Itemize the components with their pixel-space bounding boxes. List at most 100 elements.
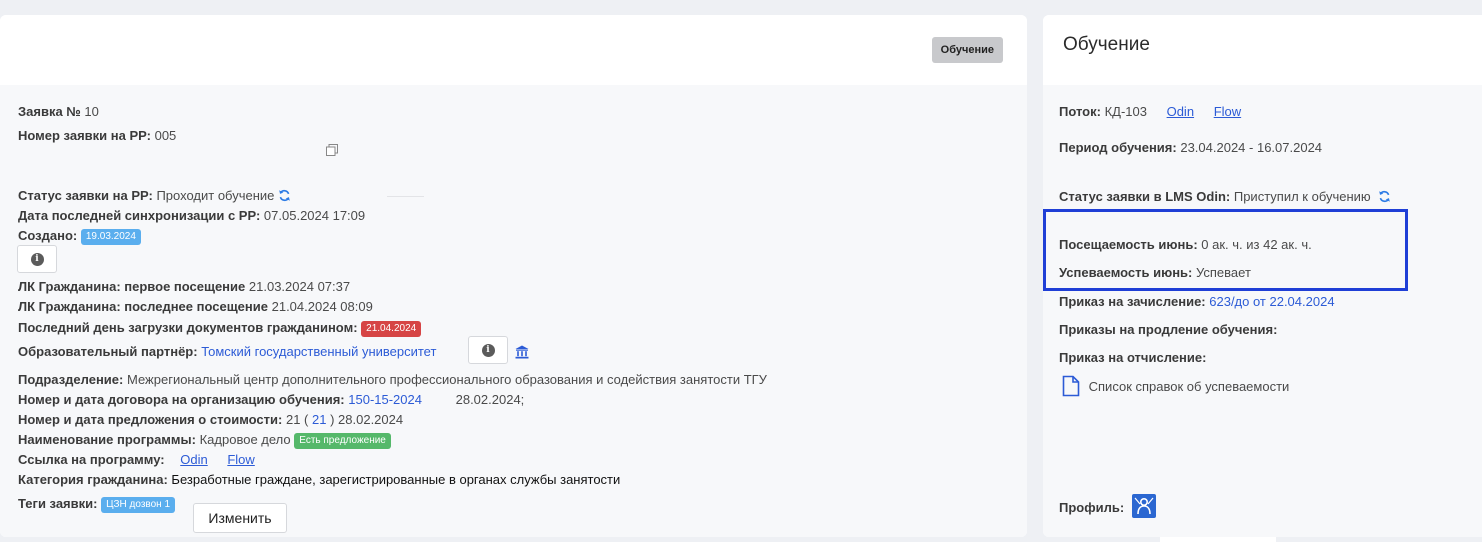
program-link-row: Ссылка на программу: Odin Flow <box>18 452 255 468</box>
profile-avatar-icon[interactable] <box>1132 494 1156 518</box>
contract-date: 28.02.2024; <box>455 392 525 407</box>
created-row: Создано: 19.03.2024 <box>18 228 141 245</box>
certificates-link[interactable]: Список справок об успеваемости <box>1089 379 1290 394</box>
tags-row: Теги заявки: ЦЗН дозвон 1 <box>18 496 176 513</box>
education-card-body: Поток: КД-103 Odin Flow Период обучения:… <box>1043 85 1482 537</box>
contract-label: Номер и дата договора на организацию обу… <box>18 392 345 407</box>
offer-link[interactable]: 21 <box>312 412 326 427</box>
lms-status-value: Приступил к обучению <box>1233 189 1371 204</box>
extension-orders-row: Приказы на продление обучения: <box>1059 322 1277 338</box>
stream-row: Поток: КД-103 Odin Flow <box>1059 104 1241 120</box>
last-sync-row: Дата последней синхронизации с РР: 07.05… <box>18 208 365 224</box>
offer-row: Номер и дата предложения о стоимости: 21… <box>18 412 403 428</box>
first-visit-value: 21.03.2024 07:37 <box>248 279 351 294</box>
program-row: Наименование программы: Кадровое дело Ес… <box>18 432 391 449</box>
extension-orders-label: Приказы на продление обучения: <box>1059 322 1278 337</box>
offer-prefix: 21 ( <box>285 412 309 427</box>
created-date-badge: 19.03.2024 <box>80 229 141 245</box>
progress-value: Успевает <box>1196 265 1251 280</box>
enroll-order-link[interactable]: 623/до от 22.04.2024 <box>1209 294 1334 309</box>
first-visit-label: ЛК Гражданина: первое посещение <box>18 279 246 294</box>
scroll-indicator <box>1160 537 1276 542</box>
citizen-category-value: Безработные граждане, зарегистрированные… <box>171 472 621 487</box>
enroll-order-label: Приказ на зачисление: <box>1059 294 1206 309</box>
certificates-row[interactable]: Список справок об успеваемости <box>1062 375 1289 397</box>
stream-odin-link[interactable]: Odin <box>1167 104 1194 119</box>
progress-label: Успеваемость июнь: <box>1059 265 1193 280</box>
last-visit-value: 21.04.2024 08:09 <box>271 299 373 314</box>
period-label: Период обучения: <box>1059 140 1177 155</box>
lms-status-label: Статус заявки в LMS Odin: <box>1059 189 1231 204</box>
last-upload-row: Последний день загрузки документов гражд… <box>18 320 422 337</box>
stream-label: Поток: <box>1059 104 1101 119</box>
request-number-row: Заявка № 10 <box>18 104 99 120</box>
profile-row: Профиль: <box>1059 500 1124 516</box>
document-icon <box>1062 375 1080 397</box>
last-visit-row: ЛК Гражданина: последнее посещение 21.04… <box>18 299 373 315</box>
partner-link[interactable]: Томский государственный университет <box>201 344 436 359</box>
divider <box>387 196 424 197</box>
offer-label: Номер и дата предложения о стоимости: <box>18 412 283 427</box>
program-odin-link[interactable]: Odin <box>180 452 207 467</box>
offer-available-badge: Есть предложение <box>294 433 391 449</box>
contract-number-link[interactable]: 150-15-2024 <box>348 392 422 407</box>
change-tags-button[interactable]: Изменить <box>193 503 287 533</box>
lms-status-row: Статус заявки в LMS Odin: Приступил к об… <box>1059 189 1391 205</box>
division-row: Подразделение: Межрегиональный центр доп… <box>18 372 767 388</box>
rr-number-row: Номер заявки на РР: 005 <box>18 128 176 144</box>
division-value: Межрегиональный центр дополнительного пр… <box>126 372 767 387</box>
program-flow-link[interactable]: Flow <box>227 452 254 467</box>
last-visit-label: ЛК Гражданина: последнее посещение <box>18 299 268 314</box>
partner-info-button[interactable]: i <box>468 336 508 364</box>
period-value: 23.04.2024 - 16.07.2024 <box>1180 140 1323 155</box>
education-tab-button[interactable]: Обучение <box>931 37 1003 63</box>
attendance-value: 0 ак. ч. из 42 ак. ч. <box>1201 237 1312 252</box>
stream-value: КД-103 <box>1104 104 1147 119</box>
rr-number-label: Номер заявки на РР: <box>18 128 151 143</box>
stream-flow-link[interactable]: Flow <box>1214 104 1241 119</box>
citizen-category-row: Категория гражданина: Безработные гражда… <box>18 472 620 488</box>
expel-order-label: Приказ на отчисление: <box>1059 350 1207 365</box>
sync-icon[interactable] <box>278 189 291 202</box>
rr-status-value: Проходит обучение <box>156 188 275 203</box>
request-number-value: 10 <box>84 104 99 119</box>
last-sync-label: Дата последней синхронизации с РР: <box>18 208 261 223</box>
rr-number-value: 005 <box>154 128 177 143</box>
program-label: Наименование программы: <box>18 432 196 447</box>
last-upload-label: Последний день загрузки документов гражд… <box>18 320 358 335</box>
education-title: Обучение <box>1063 34 1150 55</box>
tags-label: Теги заявки: <box>18 496 98 511</box>
offer-suffix: ) 28.02.2024 <box>330 412 404 427</box>
rr-status-label: Статус заявки на РР: <box>18 188 153 203</box>
attendance-row: Посещаемость июнь: 0 ак. ч. из 42 ак. ч. <box>1059 237 1312 253</box>
division-label: Подразделение: <box>18 372 124 387</box>
education-card: Обучение Поток: КД-103 Odin Flow Период … <box>1043 15 1482 537</box>
enroll-order-row: Приказ на зачисление: 623/до от 22.04.20… <box>1059 294 1335 310</box>
last-upload-badge: 21.04.2024 <box>361 321 422 337</box>
period-row: Период обучения: 23.04.2024 - 16.07.2024 <box>1059 140 1322 156</box>
tag-badge: ЦЗН дозвон 1 <box>101 497 176 513</box>
program-link-label: Ссылка на программу: <box>18 452 165 467</box>
expel-order-row: Приказ на отчисление: <box>1059 350 1206 366</box>
request-card-header: Обучение <box>0 15 1027 85</box>
info-icon: i <box>30 252 44 266</box>
request-card-body: Заявка № 10 Номер заявки на РР: 005 Стат… <box>0 85 1027 537</box>
partner-label: Образовательный партнёр: <box>18 344 198 359</box>
copy-icon[interactable] <box>326 144 338 156</box>
sync-icon[interactable] <box>1378 190 1391 203</box>
request-number-label: Заявка № <box>18 104 81 119</box>
rr-status-row: Статус заявки на РР: Проходит обучение <box>18 188 291 204</box>
program-value: Кадровое дело <box>199 432 291 447</box>
profile-label: Профиль: <box>1059 500 1125 515</box>
created-label: Создано: <box>18 228 78 243</box>
first-visit-row: ЛК Гражданина: первое посещение 21.03.20… <box>18 279 350 295</box>
bank-icon[interactable] <box>515 345 529 359</box>
info-icon: i <box>481 343 495 357</box>
education-card-header: Обучение <box>1043 15 1482 85</box>
contract-row: Номер и дата договора на организацию обу… <box>18 392 524 408</box>
progress-row: Успеваемость июнь: Успевает <box>1059 265 1251 281</box>
request-card: Обучение Заявка № 10 Номер заявки на РР:… <box>0 15 1027 537</box>
partner-row: Образовательный партнёр: Томский государ… <box>18 344 436 360</box>
attendance-label: Посещаемость июнь: <box>1059 237 1198 252</box>
created-info-button[interactable]: i <box>17 245 57 273</box>
